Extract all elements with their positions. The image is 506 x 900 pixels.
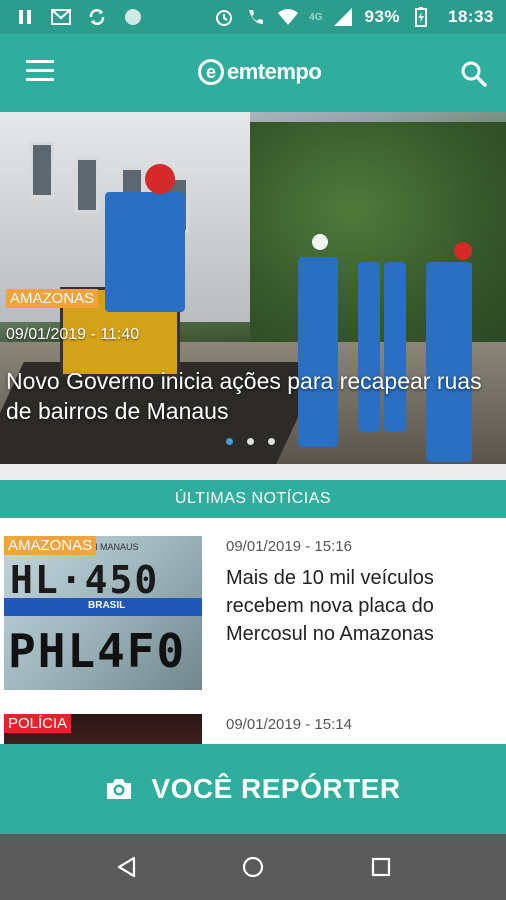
news-date: 09/01/2019 - 15:14 (226, 716, 352, 733)
news-category-badge[interactable]: AMAZONAS (4, 536, 97, 555)
plate-band-text: BRASIL (88, 600, 126, 611)
carousel-indicator (226, 438, 275, 445)
wifi-call-icon (249, 10, 264, 24)
sync-icon (89, 9, 105, 25)
hamburger-menu-icon[interactable] (26, 60, 54, 82)
wifi-icon (278, 9, 299, 25)
status-bar: 4G 93% 18:33 (0, 0, 506, 34)
logo-e-icon: e (198, 59, 224, 85)
app-logo[interactable]: e emtempo (198, 56, 322, 88)
pause-icon (19, 10, 31, 24)
carousel-dot[interactable] (247, 438, 254, 445)
plate-text-top: HL·450 (10, 558, 160, 602)
logo-text: emtempo (227, 59, 322, 84)
hero-image-worker (105, 192, 185, 312)
news-thumbnail[interactable]: POLÍCIA (4, 714, 202, 744)
home-icon[interactable] (240, 854, 266, 880)
battery-percent: 93% (364, 7, 401, 26)
hero-news-card[interactable]: AMAZONAS 09/01/2019 - 11:40 Novo Governo… (0, 112, 506, 464)
hero-title[interactable]: Novo Governo inicia ações para recapear … (6, 366, 496, 426)
clock: 18:33 (448, 7, 494, 26)
recents-icon[interactable] (368, 854, 394, 880)
license-plate-image: AM MANAUS HL·450 BRASIL PHL4F0 (4, 536, 202, 690)
hero-date: 09/01/2019 - 11:40 (6, 326, 140, 343)
system-nav-bar (0, 834, 506, 900)
hero-image-helmet (454, 242, 472, 260)
app-bar: e emtempo (0, 34, 506, 112)
carousel-dot[interactable] (226, 438, 233, 445)
hero-image-helmet (145, 164, 175, 194)
news-thumbnail[interactable]: AM MANAUS HL·450 BRASIL PHL4F0 AMAZONAS (4, 536, 202, 690)
news-list[interactable]: AM MANAUS HL·450 BRASIL PHL4F0 AMAZONAS … (0, 518, 506, 744)
plate-text-bottom: PHL4F0 (8, 624, 187, 678)
mail-icon (51, 9, 71, 25)
signal-icon (334, 8, 353, 26)
news-date: 09/01/2019 - 15:16 (226, 538, 352, 555)
latest-news-header: ÚLTIMAS NOTÍCIAS (0, 480, 506, 518)
news-title[interactable]: Mais de 10 mil veículos recebem nova pla… (226, 564, 496, 648)
carousel-dot[interactable] (268, 438, 275, 445)
camera-icon (107, 779, 132, 799)
voce-reporter-label: VOCÊ REPÓRTER (151, 773, 401, 804)
battery-charging-icon (415, 7, 428, 27)
hero-image-worker (426, 262, 472, 462)
news-list-item[interactable]: POLÍCIA 09/01/2019 - 15:14 (0, 696, 506, 744)
network-type-label: 4G (309, 11, 323, 23)
voce-reporter-button[interactable]: VOCÊ REPÓRTER (0, 744, 506, 834)
hero-image-helmet (312, 234, 328, 250)
back-icon[interactable] (114, 854, 140, 880)
alarm-icon (216, 10, 233, 26)
search-icon[interactable] (460, 60, 488, 88)
hero-category-badge[interactable]: AMAZONAS (6, 289, 99, 308)
plate-band: BRASIL (4, 598, 202, 616)
circle-icon (125, 9, 141, 25)
news-list-item[interactable]: AM MANAUS HL·450 BRASIL PHL4F0 AMAZONAS … (0, 518, 506, 690)
news-category-badge[interactable]: POLÍCIA (4, 714, 72, 733)
